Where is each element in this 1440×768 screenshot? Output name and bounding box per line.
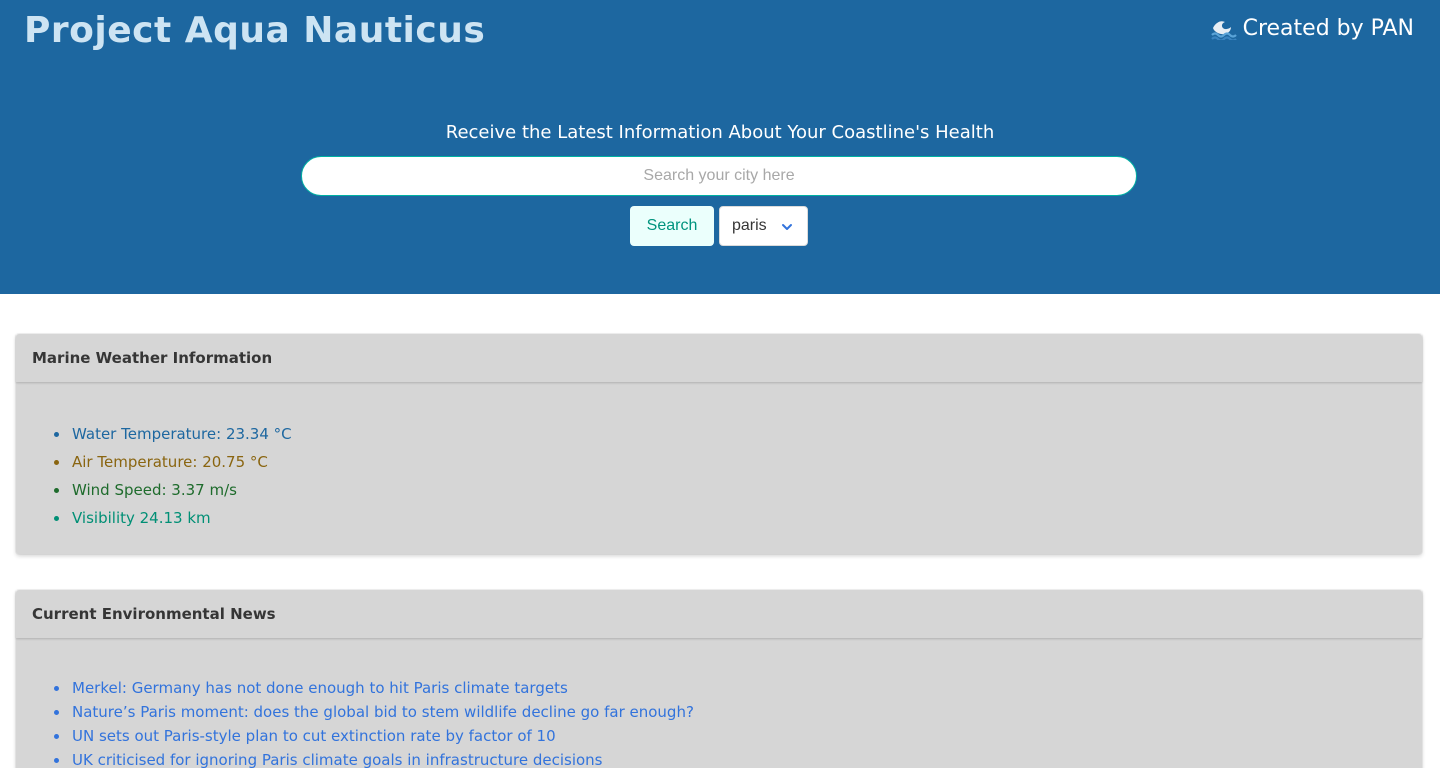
weather-list: Water Temperature: 23.34 °C Air Temperat…	[40, 382, 1398, 532]
news-card: Current Environmental News Merkel: Germa…	[16, 590, 1422, 768]
list-item: Nature’s Paris moment: does the global b…	[40, 700, 1398, 724]
city-select-value: paris	[732, 217, 767, 234]
news-link[interactable]: Merkel: Germany has not done enough to h…	[72, 679, 568, 697]
list-item: Merkel: Germany has not done enough to h…	[40, 676, 1398, 700]
chevron-down-icon	[781, 220, 793, 232]
weather-item-wind-speed: Wind Speed: 3.37 m/s	[40, 476, 1398, 504]
weather-item-air-temp: Air Temperature: 20.75 °C	[40, 448, 1398, 476]
hero-banner: Project Aqua Nauticus Created by PAN Rec…	[0, 0, 1440, 294]
wave-icon	[1210, 16, 1237, 42]
search-button[interactable]: Search	[630, 206, 714, 246]
list-item: UK criticised for ignoring Paris climate…	[40, 748, 1398, 768]
weather-card-title: Marine Weather Information	[16, 334, 1422, 382]
news-link[interactable]: Nature’s Paris moment: does the global b…	[72, 703, 694, 721]
news-link[interactable]: UN sets out Paris-style plan to cut exti…	[72, 727, 556, 745]
city-select[interactable]: paris	[719, 206, 808, 246]
weather-item-visibility: Visibility 24.13 km	[40, 504, 1398, 532]
page-title: Project Aqua Nauticus	[24, 10, 486, 51]
credit-text: Created by PAN	[1242, 15, 1414, 41]
list-item: UN sets out Paris-style plan to cut exti…	[40, 724, 1398, 748]
news-card-title: Current Environmental News	[16, 590, 1422, 638]
weather-card: Marine Weather Information Water Tempera…	[16, 334, 1422, 554]
search-input[interactable]	[301, 156, 1137, 196]
weather-item-water-temp: Water Temperature: 23.34 °C	[40, 420, 1398, 448]
credit: Created by PAN	[1210, 14, 1414, 42]
news-list: Merkel: Germany has not done enough to h…	[40, 638, 1398, 768]
tagline: Receive the Latest Information About You…	[445, 122, 995, 143]
news-link[interactable]: UK criticised for ignoring Paris climate…	[72, 751, 603, 768]
